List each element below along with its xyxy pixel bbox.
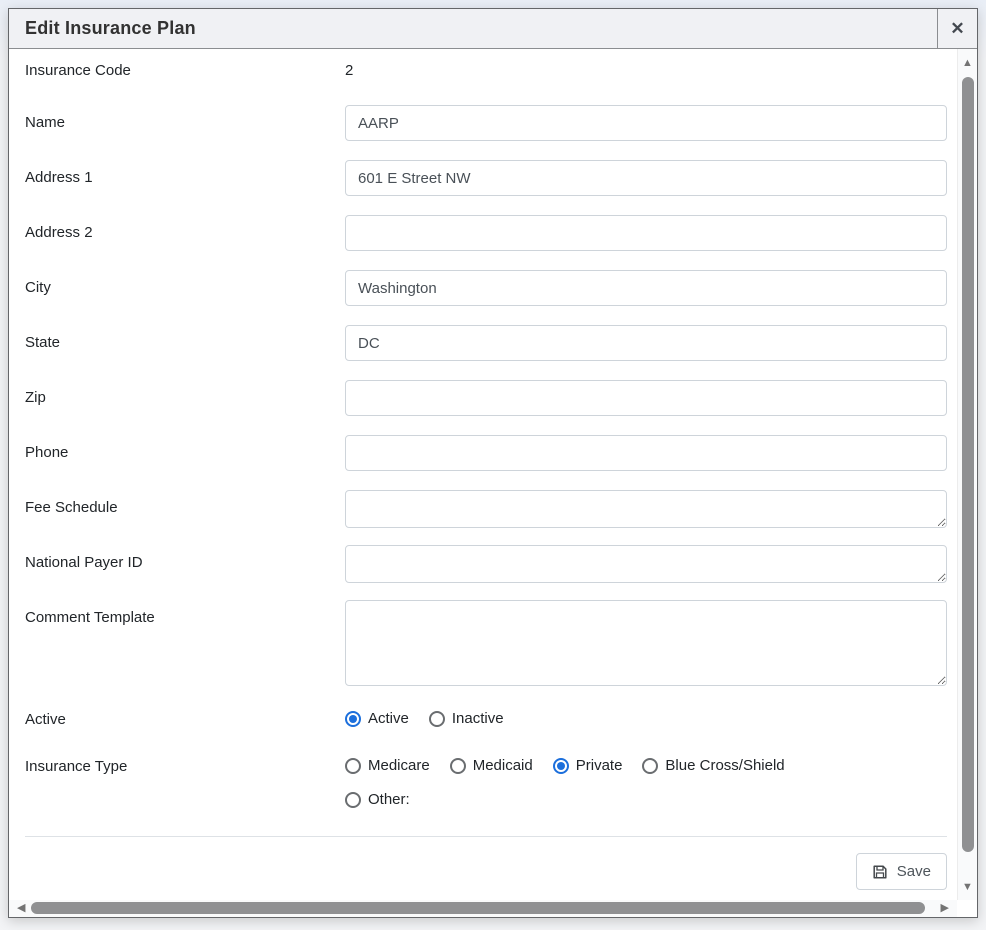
vertical-scrollbar-thumb[interactable] — [962, 77, 974, 852]
comment-template-textarea[interactable] — [345, 600, 947, 686]
fee-schedule-label: Fee Schedule — [25, 490, 345, 518]
radio-medicaid[interactable] — [450, 758, 466, 774]
comment-template-label: Comment Template — [25, 600, 345, 628]
national-payer-id-label: National Payer ID — [25, 545, 345, 573]
modal-header: Edit Insurance Plan ✕ — [9, 9, 977, 49]
radio-inactive[interactable] — [429, 711, 445, 727]
insurance-type-radio-group-line1: Medicare Medicaid Private Blue Cros — [345, 752, 947, 774]
fee-schedule-textarea[interactable] — [345, 490, 947, 528]
radio-blue-cross[interactable] — [642, 758, 658, 774]
field-row-phone: Phone — [25, 435, 947, 471]
scroll-up-icon[interactable]: ▲ — [958, 58, 977, 69]
field-row-name: Name — [25, 105, 947, 141]
field-row-national-payer-id: National Payer ID — [25, 545, 947, 583]
save-icon — [872, 864, 888, 880]
state-label: State — [25, 325, 345, 353]
close-icon: ✕ — [950, 19, 964, 39]
field-row-address1: Address 1 — [25, 160, 947, 196]
radio-option-medicare[interactable]: Medicare — [345, 757, 430, 774]
active-label: Active — [25, 705, 345, 730]
radio-option-private[interactable]: Private — [553, 757, 623, 774]
state-input[interactable] — [345, 325, 947, 361]
field-row-zip: Zip — [25, 380, 947, 416]
active-radio-group: Active Inactive — [345, 705, 947, 727]
horizontal-scrollbar-thumb[interactable] — [31, 902, 925, 914]
scroll-down-icon[interactable]: ▼ — [958, 882, 977, 893]
vertical-scrollbar[interactable]: ▲ ▼ — [957, 49, 977, 900]
radio-other-label: Other: — [368, 791, 410, 808]
scroll-left-icon[interactable]: ◀ — [17, 901, 25, 916]
radio-active[interactable] — [345, 711, 361, 727]
radio-private[interactable] — [553, 758, 569, 774]
save-button[interactable]: Save — [856, 853, 947, 890]
radio-option-medicaid[interactable]: Medicaid — [450, 757, 533, 774]
city-input[interactable] — [345, 270, 947, 306]
field-row-comment-template: Comment Template — [25, 600, 947, 686]
address1-input[interactable] — [345, 160, 947, 196]
zip-input[interactable] — [345, 380, 947, 416]
insurance-code-value: 2 — [345, 62, 353, 79]
insurance-type-radio-group-line2: Other: — [345, 786, 947, 808]
radio-option-active[interactable]: Active — [345, 710, 409, 727]
field-row-insurance-type: Insurance Type Medicare Medicaid — [25, 752, 947, 808]
radio-option-other[interactable]: Other: — [345, 791, 410, 808]
horizontal-scrollbar[interactable]: ◀ ▶ — [9, 900, 957, 917]
modal-footer: Save — [25, 837, 947, 890]
radio-blue-cross-label: Blue Cross/Shield — [665, 757, 784, 774]
address2-input[interactable] — [345, 215, 947, 251]
insurance-code-label: Insurance Code — [25, 61, 345, 81]
form-content: Insurance Code 2 Name Address 1 Address … — [9, 49, 957, 900]
radio-medicare-label: Medicare — [368, 757, 430, 774]
phone-label: Phone — [25, 435, 345, 463]
radio-inactive-label: Inactive — [452, 710, 504, 727]
name-input[interactable] — [345, 105, 947, 141]
city-label: City — [25, 270, 345, 298]
modal-title: Edit Insurance Plan — [9, 9, 937, 48]
insurance-type-label: Insurance Type — [25, 752, 345, 777]
radio-other[interactable] — [345, 792, 361, 808]
name-label: Name — [25, 105, 345, 133]
radio-option-inactive[interactable]: Inactive — [429, 710, 504, 727]
close-button[interactable]: ✕ — [937, 9, 977, 48]
national-payer-id-textarea[interactable] — [345, 545, 947, 583]
radio-private-label: Private — [576, 757, 623, 774]
field-row-state: State — [25, 325, 947, 361]
radio-medicare[interactable] — [345, 758, 361, 774]
radio-option-blue-cross[interactable]: Blue Cross/Shield — [642, 757, 784, 774]
address2-label: Address 2 — [25, 215, 345, 243]
edit-insurance-plan-modal: Edit Insurance Plan ✕ Insurance Code 2 N… — [8, 8, 978, 918]
field-row-city: City — [25, 270, 947, 306]
field-row-insurance-code: Insurance Code 2 — [25, 61, 947, 81]
radio-active-label: Active — [368, 710, 409, 727]
radio-medicaid-label: Medicaid — [473, 757, 533, 774]
scroll-right-icon[interactable]: ▶ — [941, 901, 949, 916]
zip-label: Zip — [25, 380, 345, 408]
modal-body: Insurance Code 2 Name Address 1 Address … — [9, 49, 977, 917]
phone-input[interactable] — [345, 435, 947, 471]
field-row-address2: Address 2 — [25, 215, 947, 251]
save-button-label: Save — [897, 863, 931, 880]
field-row-active: Active Active Inactive — [25, 705, 947, 730]
address1-label: Address 1 — [25, 160, 345, 188]
field-row-fee-schedule: Fee Schedule — [25, 490, 947, 528]
